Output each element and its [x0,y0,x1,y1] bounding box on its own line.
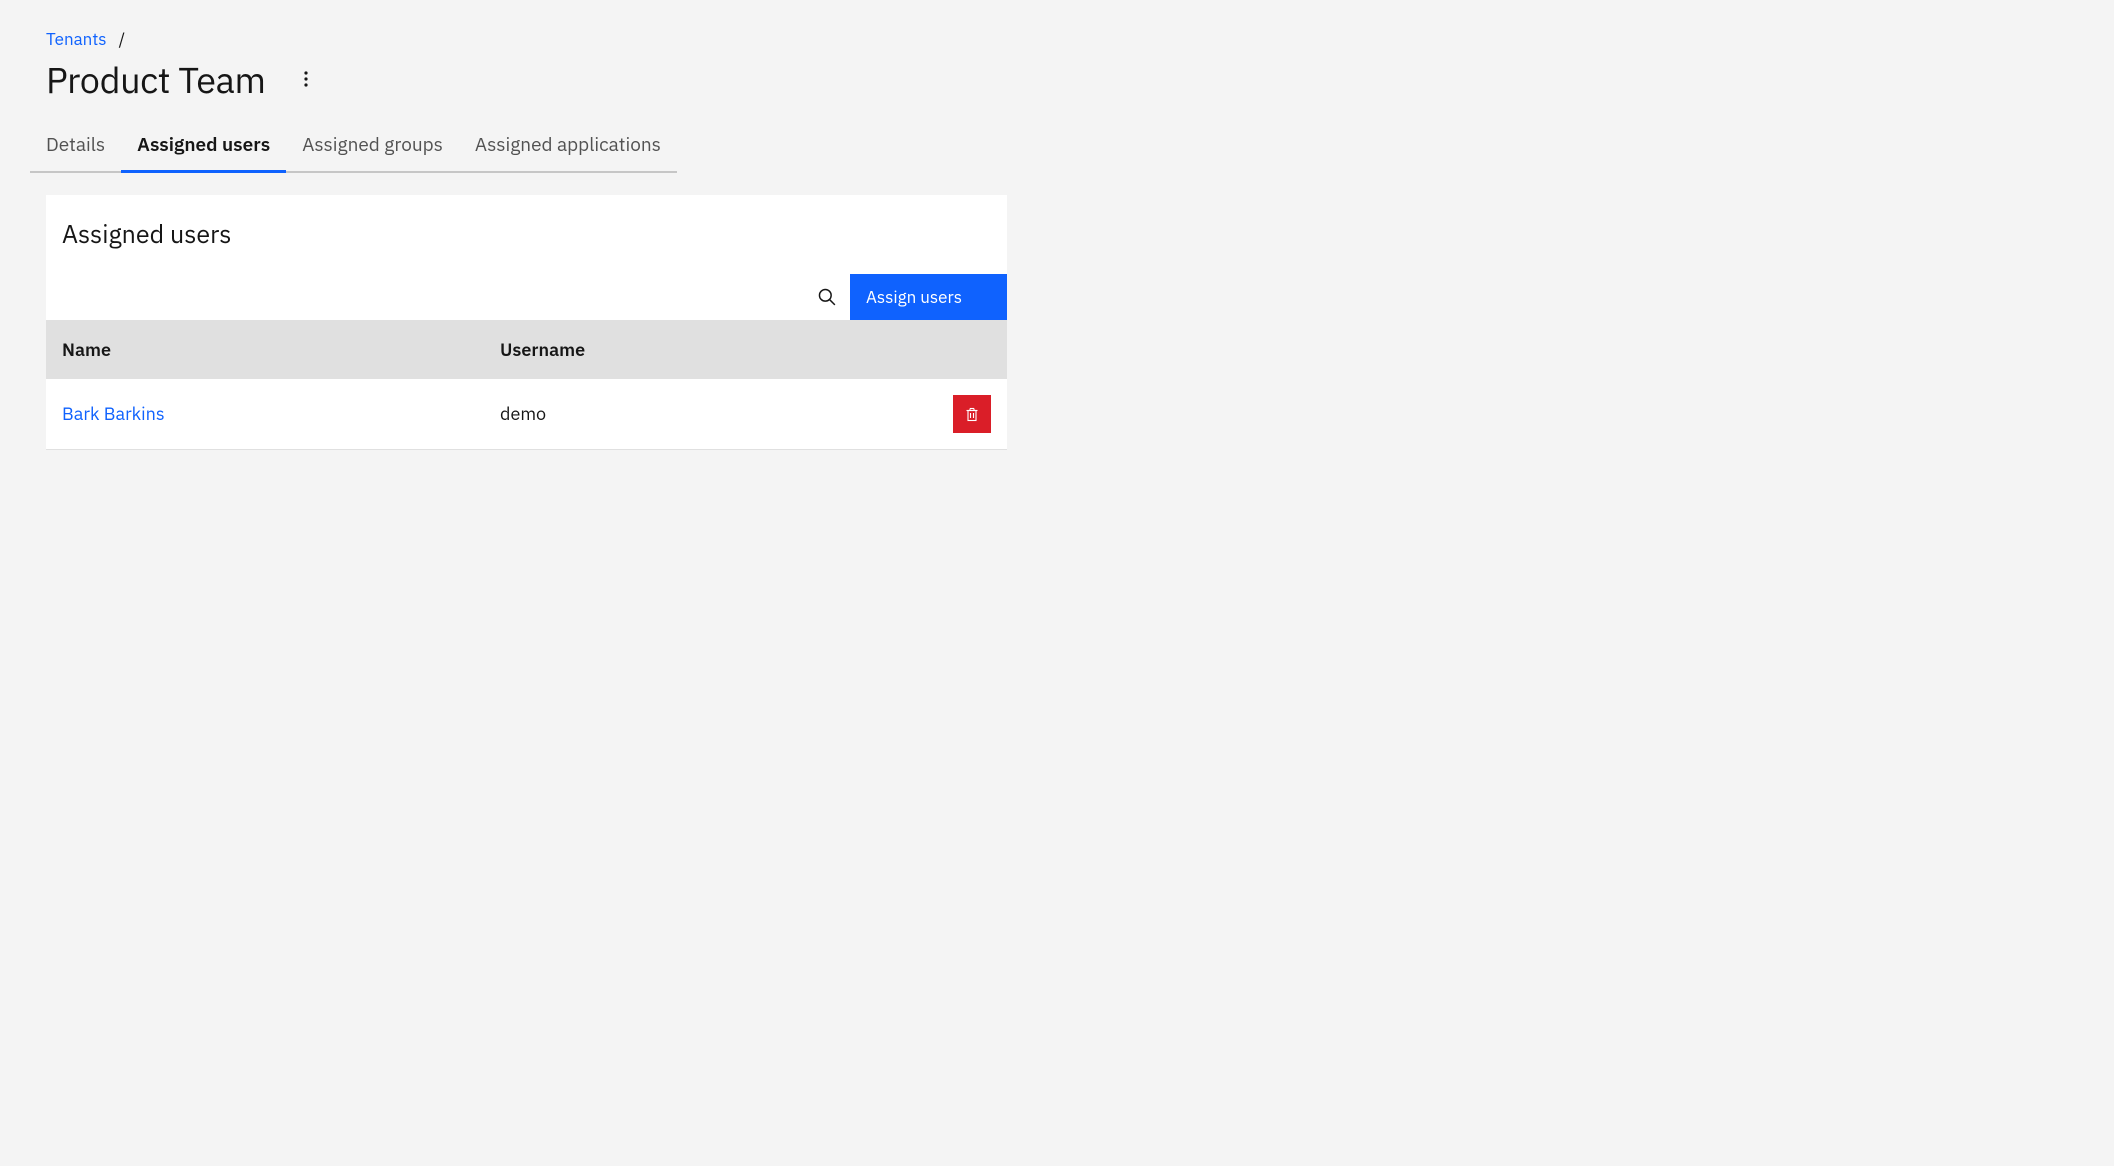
overflow-menu-button[interactable] [294,67,318,91]
assigned-users-table: Name Username Bark Barkins demo [46,320,1007,450]
column-header-name: Name [46,320,484,379]
table-toolbar: Assign users [46,274,1007,320]
assign-users-button[interactable]: Assign users [850,274,1007,320]
page-title: Product Team [46,56,266,103]
tabs: Details Assigned users Assigned groups A… [30,121,1439,173]
table-header-row: Name Username [46,320,1007,379]
user-username: demo [484,379,937,450]
panel-title: Assigned users [46,195,1007,274]
breadcrumb-separator: / [119,28,126,50]
tab-assigned-users[interactable]: Assigned users [121,121,286,173]
user-name-link[interactable]: Bark Barkins [62,402,165,425]
breadcrumb: Tenants / [46,28,1439,52]
tab-assigned-applications[interactable]: Assigned applications [459,121,677,173]
remove-user-button[interactable] [953,395,991,433]
kebab-icon [304,71,308,87]
assigned-users-panel: Assigned users Assign users Name Usernam… [46,195,1007,450]
search-icon [818,288,836,306]
breadcrumb-tenants-link[interactable]: Tenants [46,28,107,50]
column-header-username: Username [484,320,937,379]
tab-assigned-groups[interactable]: Assigned groups [286,121,459,173]
tab-details[interactable]: Details [30,121,121,173]
column-header-actions [937,320,1007,379]
trash-icon [964,406,980,422]
table-row: Bark Barkins demo [46,379,1007,450]
search-button[interactable] [804,274,850,320]
